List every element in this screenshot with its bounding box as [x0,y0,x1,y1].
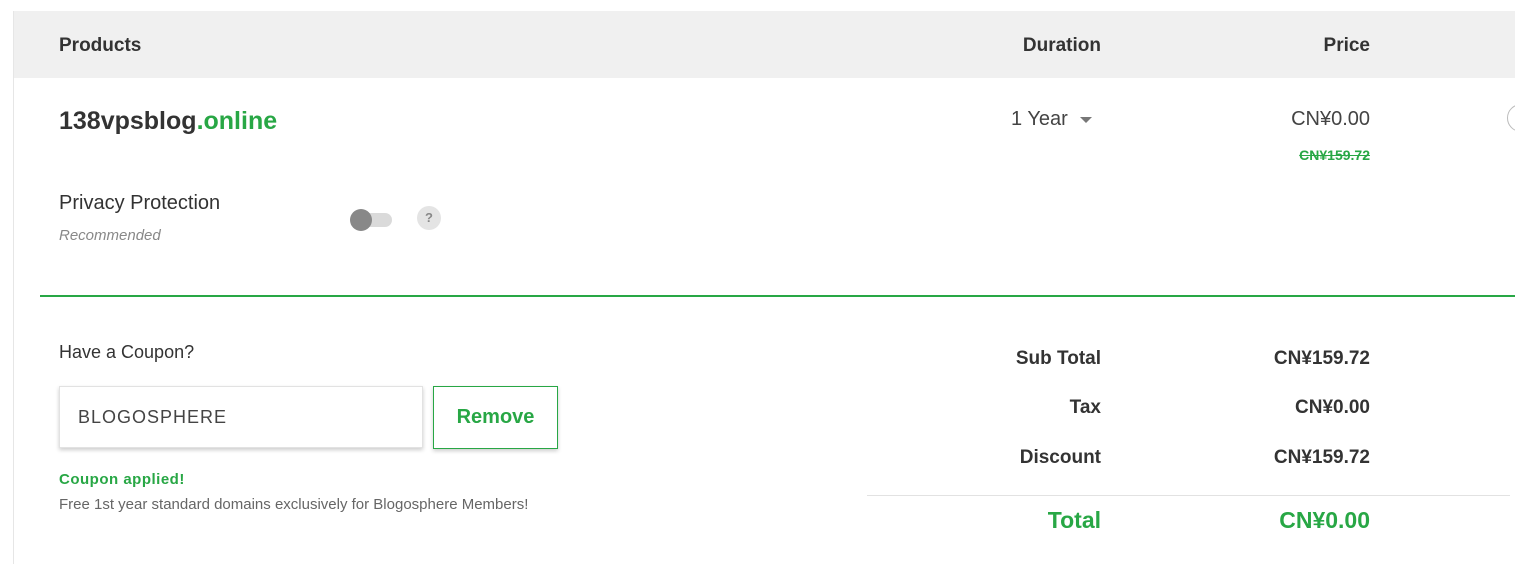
domain-tld: .online [196,107,278,135]
coupon-heading: Have a Coupon? [59,342,195,362]
discount-label: Discount [1019,447,1101,468]
privacy-protection-label: Privacy Protection [59,192,221,214]
price-column-header: Price [1323,35,1370,56]
duration-value: 1 Year [1011,108,1068,130]
section-divider [40,295,1515,297]
tax-value: CN¥0.00 [1295,397,1370,418]
coupon-code-input[interactable] [59,386,423,448]
item-original-price: CN¥159.72 [1299,147,1370,163]
total-label: Total [1047,507,1101,533]
domain-name: 138vpsblog.online [59,107,277,136]
privacy-protection-toggle[interactable] [350,209,392,231]
summary-divider [867,495,1510,496]
discount-value: CN¥159.72 [1273,447,1370,468]
item-price: CN¥0.00 [1291,108,1370,130]
remove-item-icon[interactable] [1507,104,1515,132]
help-icon[interactable]: ? [417,206,441,230]
domain-sld: 138vpsblog [59,107,197,135]
cart-panel: Products Duration Price 138vpsblog.onlin… [13,11,1515,564]
products-column-header: Products [59,35,142,56]
privacy-recommended-note: Recommended [59,227,161,244]
subtotal-label: Sub Total [1015,348,1101,369]
cart-header: Products Duration Price [14,11,1515,78]
subtotal-value: CN¥159.72 [1273,348,1370,369]
remove-coupon-button[interactable]: Remove [433,386,558,449]
chevron-down-icon [1079,116,1092,123]
tax-label: Tax [1069,397,1101,418]
duration-column-header: Duration [1022,35,1101,56]
coupon-description: Free 1st year standard domains exclusive… [59,496,529,513]
toggle-knob [350,209,372,231]
coupon-status-message: Coupon applied! [59,471,185,488]
total-value: CN¥0.00 [1279,507,1370,533]
duration-select[interactable]: 1 Year [1011,108,1092,131]
